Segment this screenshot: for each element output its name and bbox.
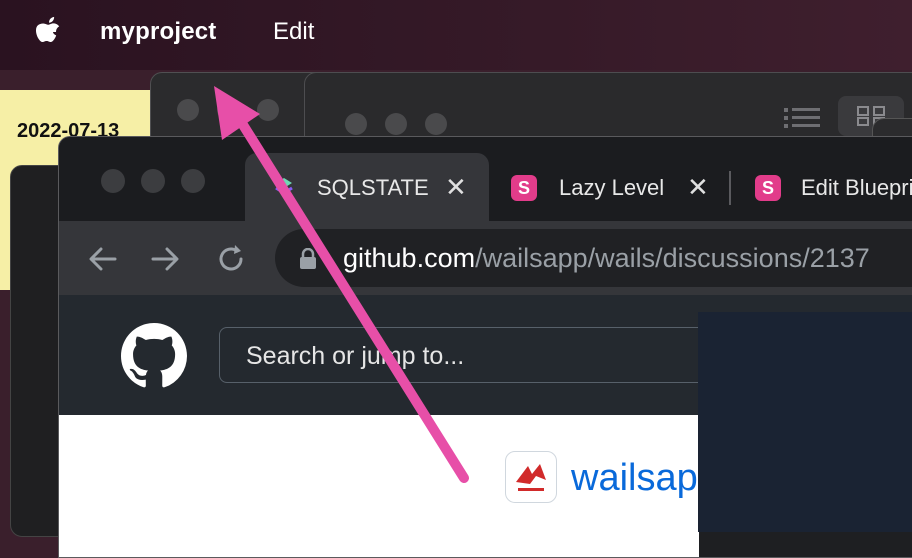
browser-zoom-dot[interactable] — [181, 169, 205, 193]
window-close-dot[interactable] — [177, 99, 199, 121]
url-path: /wailsapp/wails/discussions/2137 — [475, 243, 870, 273]
wails-logo-icon[interactable] — [505, 451, 557, 503]
lock-icon[interactable] — [299, 248, 317, 270]
window-zoom-dot[interactable] — [425, 113, 447, 135]
github-logo-icon[interactable] — [121, 323, 187, 389]
tab-lazy-level[interactable]: S Lazy Level ✕ — [491, 153, 727, 221]
tab-title: Edit Blueprint — [801, 175, 912, 200]
reload-icon[interactable] — [213, 241, 249, 277]
tab-edit-blueprint[interactable]: S Edit Blueprint — [739, 153, 912, 221]
app-menu-name[interactable]: myproject — [100, 18, 217, 46]
window-close-dot[interactable] — [345, 113, 367, 135]
address-bar[interactable]: github.com/wailsapp/wails/discussions/21… — [275, 229, 912, 287]
tab-separator — [729, 171, 731, 205]
s-favicon-icon: S — [511, 175, 537, 201]
url-host: github.com — [343, 243, 476, 273]
tab-sqlstate[interactable]: SQLSTATE ✕ — [245, 153, 489, 221]
sqlstate-favicon-icon — [275, 178, 293, 195]
github-page-content: wailsapp — [59, 415, 719, 557]
wails-logo-graphic — [516, 464, 546, 491]
tab-close-icon[interactable]: ✕ — [445, 172, 467, 203]
edit-menu[interactable]: Edit — [273, 18, 314, 46]
tab-title: SQLSTATE — [317, 175, 429, 200]
window-zoom-dot[interactable] — [257, 99, 279, 121]
tab-strip: SQLSTATE ✕ S Lazy Level ✕ S Edit Bluepri… — [59, 137, 912, 221]
browser-toolbar: github.com/wailsapp/wails/discussions/21… — [59, 221, 912, 295]
tab-title: Lazy Level — [559, 175, 665, 200]
apple-icon[interactable] — [33, 14, 61, 48]
github-search-input[interactable]: Search or jump to... — [219, 327, 741, 383]
org-name-link[interactable]: wailsapp — [571, 457, 719, 500]
browser-minimize-dot[interactable] — [141, 169, 165, 193]
overlay-dark-panel — [698, 312, 912, 532]
url-text[interactable]: github.com/wailsapp/wails/discussions/21… — [343, 243, 870, 274]
browser-close-dot[interactable] — [101, 169, 125, 193]
list-view-icon[interactable] — [784, 108, 820, 128]
window-minimize-dot[interactable] — [385, 113, 407, 135]
tab-close-icon[interactable]: ✕ — [687, 172, 709, 203]
menu-bar: myproject Edit — [0, 0, 912, 70]
window-minimize-dot[interactable] — [217, 99, 239, 121]
back-arrow-icon[interactable] — [85, 241, 121, 277]
s-favicon-icon: S — [755, 175, 781, 201]
search-placeholder: Search or jump to... — [246, 342, 465, 370]
forward-arrow-icon[interactable] — [147, 241, 183, 277]
